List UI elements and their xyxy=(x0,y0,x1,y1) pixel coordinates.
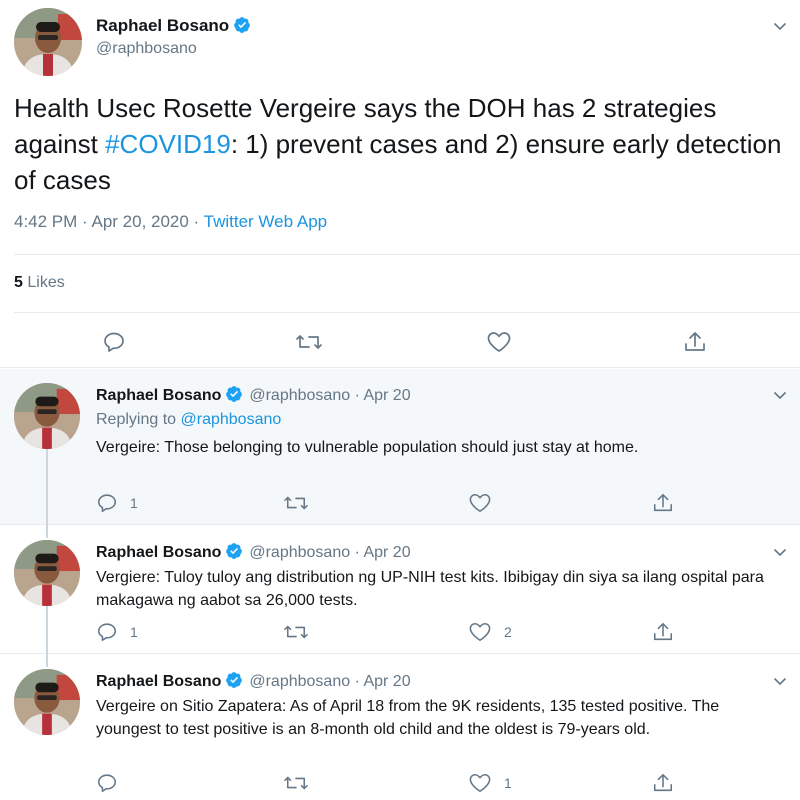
tweet-text: Health Usec Rosette Vergeire says the DO… xyxy=(14,90,784,198)
share-icon xyxy=(653,493,673,512)
like-icon xyxy=(469,493,491,513)
like-button[interactable]: 2 xyxy=(468,621,512,643)
share-button[interactable] xyxy=(652,492,674,514)
reply-text: Vergiere: Tuloy tuloy ang distribution n… xyxy=(96,569,764,609)
replying-prefix: Replying to xyxy=(96,411,181,428)
source-link[interactable]: Twitter Web App xyxy=(204,212,327,231)
main-tweet: Raphael Bosano @raphbosano Health Usec R… xyxy=(0,0,800,368)
reply-tweet[interactable]: Raphael Bosano @raphbosano · Apr 20 Reply… xyxy=(0,369,800,525)
retweet-icon xyxy=(296,335,322,349)
timestamp-text[interactable]: 4:42 PM · Apr 20, 2020 · xyxy=(14,212,204,231)
avatar[interactable] xyxy=(14,540,80,606)
retweet-button[interactable] xyxy=(282,492,322,514)
like-icon xyxy=(469,622,491,642)
author-name[interactable]: Raphael Bosano xyxy=(96,544,221,561)
retweet-icon xyxy=(284,776,308,790)
author-name-text[interactable]: Raphael Bosano xyxy=(96,16,229,35)
reply-header: Raphael Bosano @raphbosano · Apr 20 xyxy=(96,385,411,405)
like-icon xyxy=(469,773,491,793)
reply-tweet[interactable]: Raphael Bosano @raphbosano · Apr 20 Vergi… xyxy=(0,525,800,654)
likes-count[interactable]: 5 Likes xyxy=(14,274,65,292)
avatar[interactable] xyxy=(14,383,80,449)
author-handle-date[interactable]: @raphbosano · Apr 20 xyxy=(249,673,410,690)
reply-count: 1 xyxy=(130,495,138,511)
like-button[interactable] xyxy=(486,330,512,354)
divider xyxy=(14,312,800,313)
author-handle[interactable]: @raphbosano xyxy=(96,40,197,58)
author-name[interactable]: Raphael Bosano xyxy=(96,16,251,36)
chevron-down-icon[interactable] xyxy=(772,544,788,560)
thread-line xyxy=(46,525,48,538)
retweet-icon xyxy=(284,496,308,510)
author-name[interactable]: Raphael Bosano xyxy=(96,673,221,690)
reply-header: Raphael Bosano @raphbosano · Apr 20 xyxy=(96,542,411,562)
reply-button[interactable]: 1 xyxy=(96,621,138,643)
retweet-icon xyxy=(284,625,308,639)
share-button[interactable] xyxy=(683,330,707,354)
share-icon xyxy=(653,773,673,792)
retweet-button[interactable] xyxy=(294,330,324,354)
thread-line xyxy=(46,449,48,525)
thread-line xyxy=(46,654,48,667)
reply-tweet[interactable]: Raphael Bosano @raphbosano · Apr 20 Verge… xyxy=(0,654,800,800)
reply-text: Vergeire on Sitio Zapatera: As of April … xyxy=(96,698,720,738)
like-button[interactable] xyxy=(468,492,504,514)
verified-badge-icon xyxy=(226,543,243,559)
avatar[interactable] xyxy=(14,8,82,76)
reply-icon xyxy=(104,332,124,352)
reply-button[interactable]: 1 xyxy=(96,492,138,514)
divider xyxy=(14,254,800,255)
thread-line xyxy=(46,606,48,654)
reply-count: 1 xyxy=(130,624,138,640)
reply-text: Vergeire: Those belonging to vulnerable … xyxy=(96,439,639,456)
replying-to: Replying to @raphbosano xyxy=(96,411,281,429)
retweet-button[interactable] xyxy=(282,772,322,794)
verified-badge-icon xyxy=(234,17,251,33)
like-icon xyxy=(487,332,511,352)
reply-icon xyxy=(97,494,117,513)
share-button[interactable] xyxy=(652,772,674,794)
likes-label: Likes xyxy=(27,274,65,291)
tweet-timestamp: 4:42 PM · Apr 20, 2020 · Twitter Web App xyxy=(14,212,327,232)
share-icon xyxy=(653,622,673,641)
author-handle-date[interactable]: @raphbosano · Apr 20 xyxy=(249,387,410,404)
verified-badge-icon xyxy=(226,672,243,688)
reply-button[interactable] xyxy=(102,330,126,354)
hashtag-link[interactable]: #COVID19 xyxy=(105,129,231,159)
share-icon xyxy=(685,332,705,351)
reply-icon xyxy=(97,623,117,642)
like-button[interactable]: 1 xyxy=(468,772,512,794)
like-count: 1 xyxy=(504,775,512,791)
verified-badge-icon xyxy=(226,386,243,402)
like-count: 2 xyxy=(504,624,512,640)
chevron-down-icon[interactable] xyxy=(772,18,788,34)
share-button[interactable] xyxy=(652,621,674,643)
avatar[interactable] xyxy=(14,669,80,735)
chevron-down-icon[interactable] xyxy=(772,387,788,403)
author-handle-date[interactable]: @raphbosano · Apr 20 xyxy=(249,544,410,561)
reply-button[interactable] xyxy=(96,772,130,794)
author-name[interactable]: Raphael Bosano xyxy=(96,387,221,404)
chevron-down-icon[interactable] xyxy=(772,673,788,689)
reply-header: Raphael Bosano @raphbosano · Apr 20 xyxy=(96,671,411,691)
replying-handle-link[interactable]: @raphbosano xyxy=(181,411,282,428)
retweet-button[interactable] xyxy=(282,621,322,643)
likes-number: 5 xyxy=(14,274,23,291)
reply-icon xyxy=(97,774,117,793)
